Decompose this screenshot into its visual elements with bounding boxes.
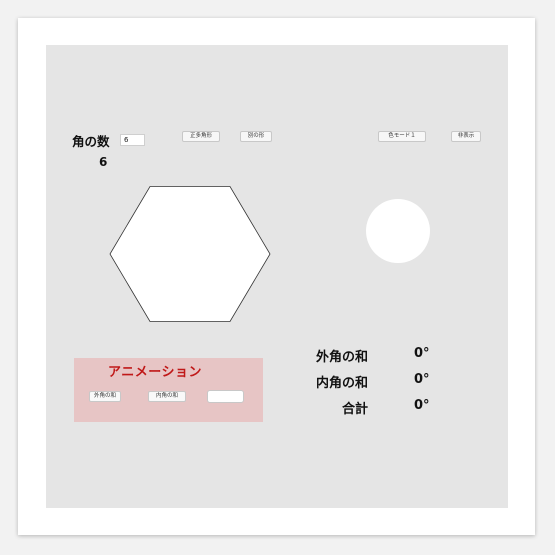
interior-sum-label: 内角の和 [315, 376, 368, 391]
total-sum-value: 0° [414, 398, 430, 413]
exterior-sum-value: 0° [414, 346, 430, 361]
sides-input[interactable]: 6 [120, 134, 145, 146]
interior-sum-value: 0° [414, 372, 430, 387]
exterior-sum-animation-button[interactable]: 外角の和 [89, 391, 121, 402]
sides-count: 6 [99, 155, 108, 169]
other-shape-button[interactable]: 別の形 [240, 131, 272, 142]
interior-sum-animation-button[interactable]: 内角の和 [148, 391, 186, 402]
blank-button[interactable] [207, 390, 244, 403]
sides-label: 角の数 [72, 134, 110, 149]
page-frame: 角の数 6 6 正多角形 別の形 色モード１ 非表示 アニメーション 外角の和 … [18, 18, 535, 535]
hide-button[interactable]: 非表示 [451, 131, 481, 142]
polygon-shape[interactable] [109, 183, 271, 325]
color-mode-button[interactable]: 色モード１ [378, 131, 426, 142]
color-circle [366, 199, 430, 263]
exterior-sum-label: 外角の和 [315, 350, 368, 365]
canvas-stage: 角の数 6 6 正多角形 別の形 色モード１ 非表示 アニメーション 外角の和 … [46, 45, 508, 508]
hexagon[interactable] [109, 186, 271, 322]
animation-title: アニメーション [108, 365, 202, 380]
regular-polygon-button[interactable]: 正多角形 [182, 131, 220, 142]
total-sum-label: 合計 [341, 402, 368, 417]
animation-panel: アニメーション 外角の和 内角の和 [74, 358, 263, 422]
